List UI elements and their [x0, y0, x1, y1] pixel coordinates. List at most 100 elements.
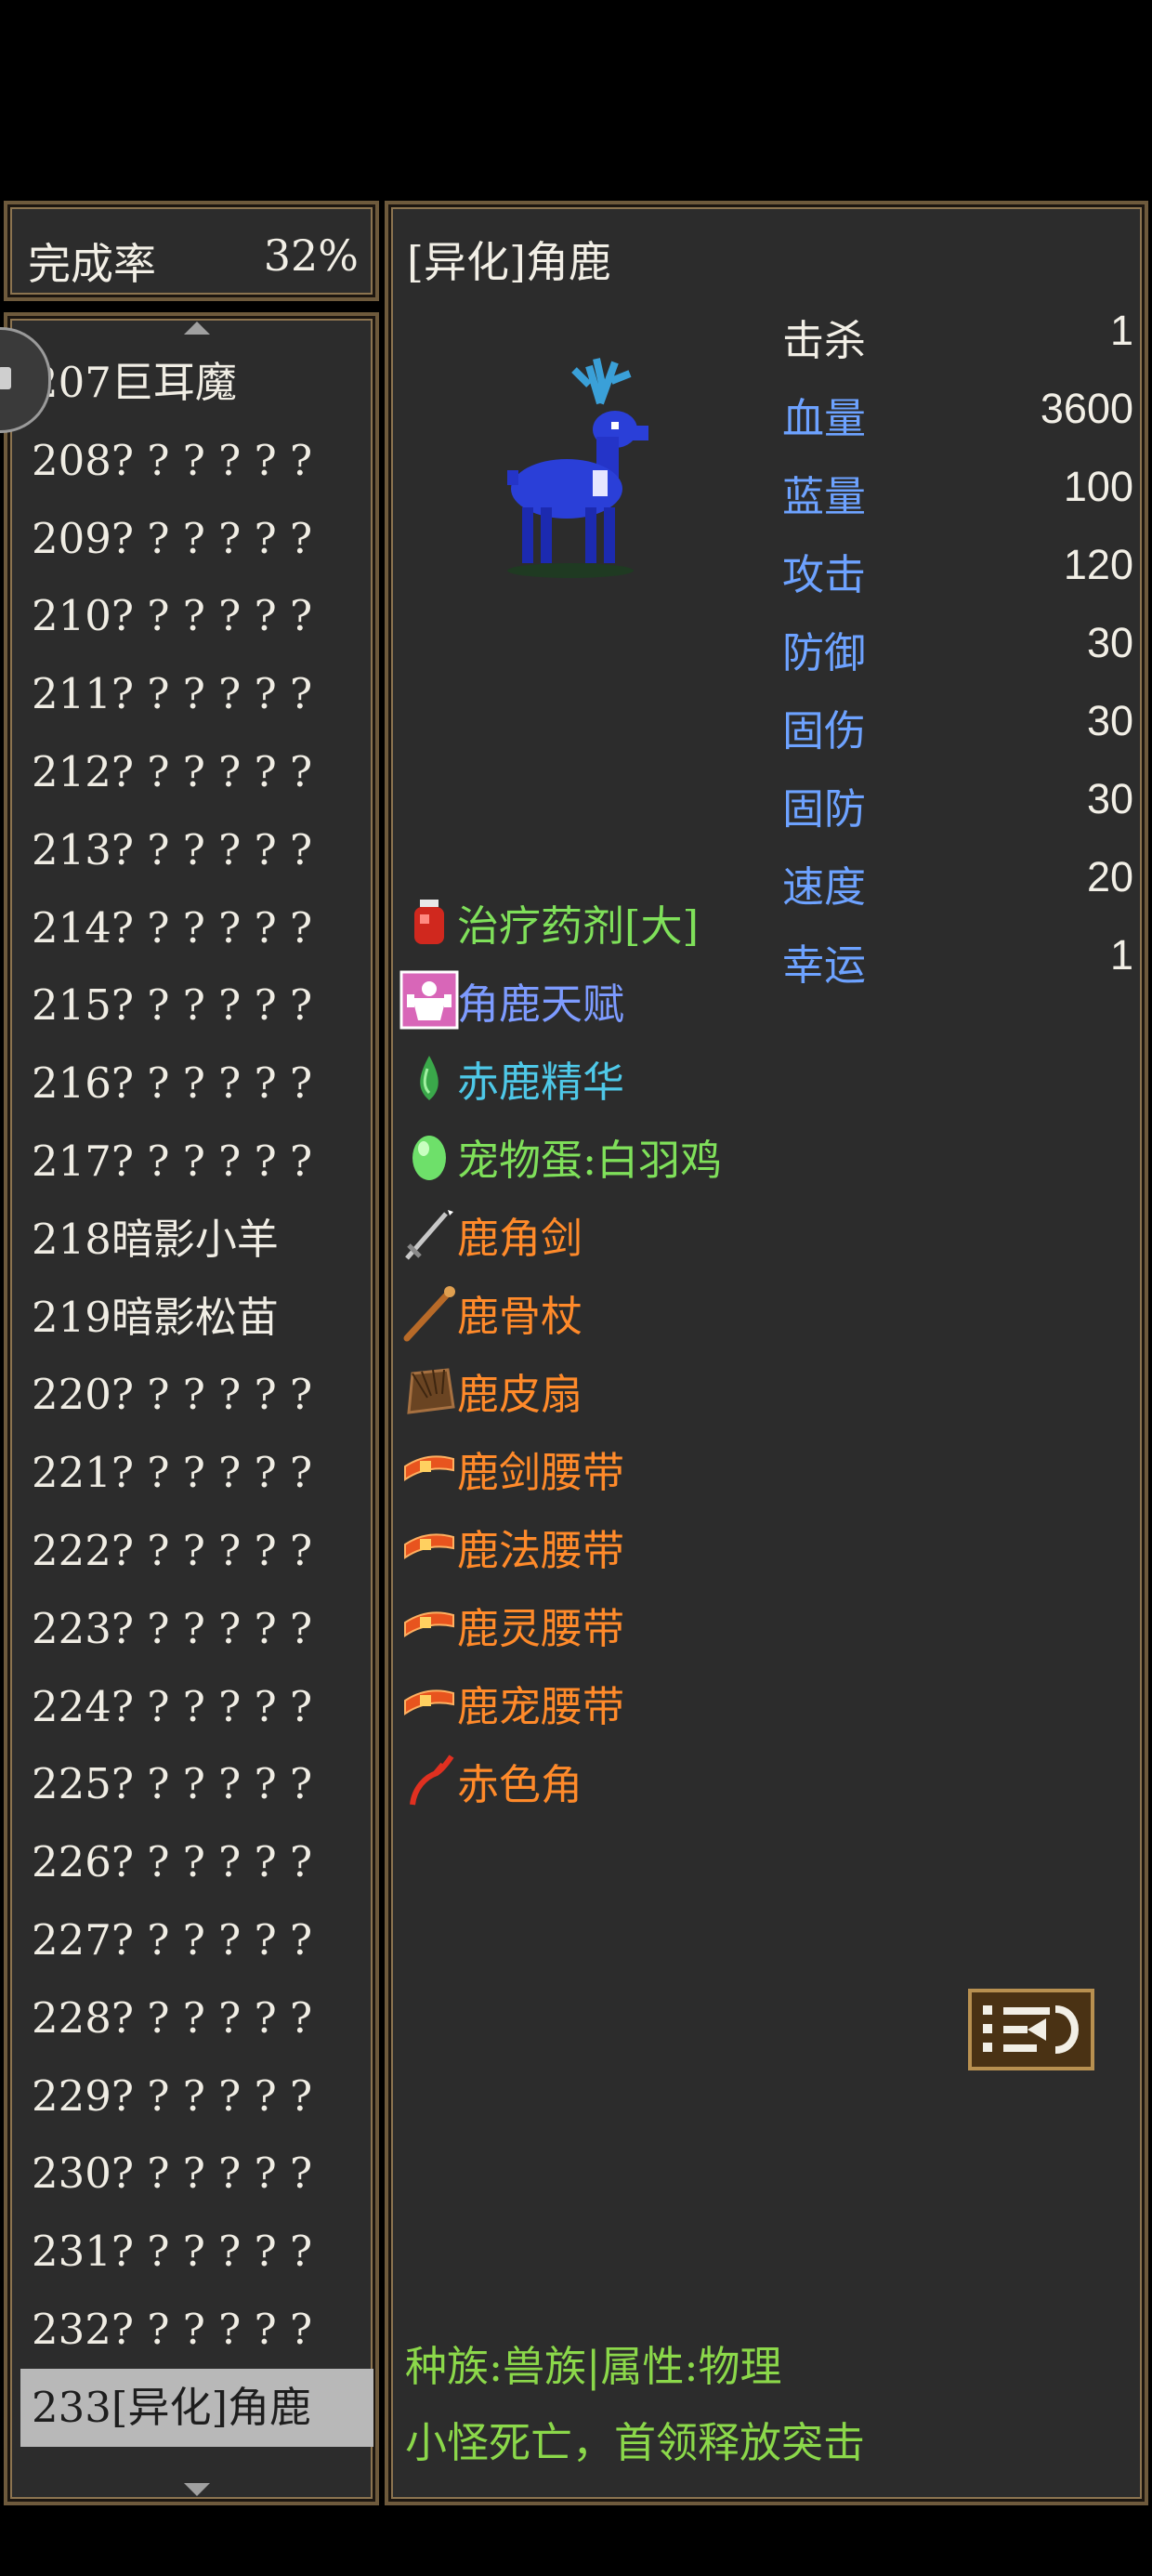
stat-label: 蓝量 — [782, 472, 867, 521]
monster-list-item[interactable]: 232? ? ? ? ? ? — [20, 2291, 373, 2369]
swap-button[interactable] — [968, 1989, 1094, 2070]
monster-list-item[interactable]: 220? ? ? ? ? ? — [20, 1356, 373, 1434]
monster-list-item[interactable]: 212? ? ? ? ? ? — [20, 733, 373, 811]
monster-list-item[interactable]: 228? ? ? ? ? ? — [20, 1979, 373, 2057]
drop-item[interactable]: 鹿宠腰带 — [399, 1673, 771, 1751]
drop-name: 鹿剑腰带 — [457, 1448, 625, 1497]
monster-list-item[interactable]: 218暗影小羊 — [20, 1201, 373, 1279]
stat-label: 固伤 — [782, 706, 867, 756]
drop-item[interactable]: 赤色角 — [399, 1751, 771, 1829]
stat-value: 30 — [1086, 775, 1133, 822]
stat-row: 击杀 1 — [782, 307, 1133, 385]
monster-list-item[interactable]: 207巨耳魔 — [20, 344, 373, 422]
monster-list-item[interactable]: 222? ? ? ? ? ? — [20, 1512, 373, 1590]
stat-row: 幸运 1 — [782, 931, 1133, 1009]
drop-name: 鹿法腰带 — [457, 1526, 625, 1575]
drop-item[interactable]: 赤鹿精华 — [399, 1048, 771, 1126]
monster-list-item[interactable]: 217? ? ? ? ? ? — [20, 1123, 373, 1201]
drop-item[interactable]: 鹿剑腰带 — [399, 1439, 771, 1517]
stat-label: 击杀 — [782, 316, 867, 365]
stat-row: 攻击 120 — [782, 541, 1133, 619]
egg-icon — [412, 1136, 446, 1180]
drop-name: 鹿灵腰带 — [457, 1604, 625, 1653]
monster-list-item[interactable]: 210? ? ? ? ? ? — [20, 577, 373, 655]
drop-name: 赤色角 — [457, 1760, 583, 1809]
drop-item[interactable]: 角鹿天赋 — [399, 970, 771, 1048]
stat-label: 防御 — [782, 628, 867, 677]
monster-list-item[interactable]: 215? ? ? ? ? ? — [20, 966, 373, 1045]
stat-label: 固防 — [782, 784, 867, 834]
essence-icon — [420, 1056, 439, 1100]
stat-row: 固伤 30 — [782, 697, 1133, 775]
completion-label: 完成率 — [28, 239, 156, 289]
stat-value: 100 — [1063, 463, 1133, 510]
fan-icon — [407, 1368, 455, 1414]
handle-icon — [0, 367, 11, 389]
belt-icon — [404, 1689, 454, 1715]
drop-item[interactable]: 宠物蛋:白羽鸡 — [399, 1126, 771, 1204]
monster-list-item[interactable]: 214? ? ? ? ? ? — [20, 889, 373, 967]
drop-item[interactable]: 治疗药剂[大] — [399, 892, 771, 970]
stat-row: 固防 30 — [782, 775, 1133, 853]
stat-value: 1 — [1109, 931, 1133, 979]
monster-list-item[interactable]: 211? ? ? ? ? ? — [20, 655, 373, 733]
drop-item[interactable]: 鹿皮扇 — [399, 1360, 771, 1439]
monster-list-item[interactable]: 225? ? ? ? ? ? — [20, 1745, 373, 1823]
monster-list-item[interactable]: 230? ? ? ? ? ? — [20, 2135, 373, 2213]
stat-value: 120 — [1063, 541, 1133, 588]
drop-name: 治疗药剂[大] — [457, 901, 700, 951]
belt-icon — [404, 1533, 454, 1559]
monster-list-items: 207巨耳魔 208? ? ? ? ? ? 209? ? ? ? ? ? 210? ?… — [20, 344, 373, 2447]
stat-value: 1 — [1109, 307, 1133, 354]
drop-item[interactable]: 鹿法腰带 — [399, 1517, 771, 1595]
scroll-up-icon[interactable] — [184, 322, 210, 335]
potion-icon — [414, 900, 444, 944]
stat-label: 血量 — [782, 394, 867, 443]
stat-value: 3600 — [1040, 385, 1133, 432]
stat-label: 幸运 — [782, 940, 867, 990]
stat-row: 速度 20 — [782, 853, 1133, 931]
monster-list-item[interactable]: 224? ? ? ? ? ? — [20, 1668, 373, 1746]
monster-list-item[interactable]: 227? ? ? ? ? ? — [20, 1901, 373, 1979]
horn-icon — [410, 1755, 454, 1806]
drop-name: 赤鹿精华 — [457, 1058, 625, 1107]
stat-label: 速度 — [782, 862, 867, 912]
monster-list-item[interactable]: 229? ? ? ? ? ? — [20, 2057, 373, 2136]
monster-list-item[interactable]: 208? ? ? ? ? ? — [20, 422, 373, 500]
staff-icon — [403, 1286, 455, 1342]
deer-sprite-icon — [507, 358, 648, 578]
monster-list-item[interactable]: 231? ? ? ? ? ? — [20, 2213, 373, 2291]
monster-list-item[interactable]: 219暗影松苗 — [20, 1279, 373, 1357]
completion-panel: 完成率 32% — [4, 201, 379, 301]
drop-name: 鹿皮扇 — [457, 1370, 583, 1419]
drop-name: 鹿骨杖 — [457, 1292, 583, 1341]
stat-label: 攻击 — [782, 550, 867, 599]
stat-row: 蓝量 100 — [782, 463, 1133, 541]
scroll-down-icon[interactable] — [184, 2483, 210, 2496]
monster-list-item[interactable]: 221? ? ? ? ? ? — [20, 1434, 373, 1512]
talent-icon — [399, 970, 459, 1030]
monster-list-item[interactable]: 233[异化]角鹿 — [20, 2368, 373, 2447]
monster-list-item[interactable]: 223? ? ? ? ? ? — [20, 1590, 373, 1668]
stat-value: 30 — [1086, 619, 1133, 666]
drop-name: 角鹿天赋 — [457, 979, 625, 1029]
drop-item[interactable]: 鹿灵腰带 — [399, 1595, 771, 1673]
sword-icon — [405, 1210, 453, 1260]
stat-row: 防御 30 — [782, 619, 1133, 697]
swap-icon — [983, 2005, 1079, 2054]
belt-icon — [404, 1455, 454, 1481]
monster-name: [异化]角鹿 — [407, 237, 611, 287]
monster-list-item[interactable]: 226? ? ? ? ? ? — [20, 1823, 373, 1901]
drop-name: 鹿宠腰带 — [457, 1682, 625, 1731]
drop-name: 鹿角剑 — [457, 1214, 583, 1263]
stat-row: 血量 3600 — [782, 385, 1133, 463]
monster-list[interactable]: 207巨耳魔 208? ? ? ? ? ? 209? ? ? ? ? ? 210? ?… — [4, 312, 379, 2505]
drop-name: 宠物蛋:白羽鸡 — [457, 1136, 723, 1185]
drop-item[interactable]: 鹿角剑 — [399, 1204, 771, 1282]
drop-item[interactable]: 鹿骨杖 — [399, 1282, 771, 1360]
stat-value: 30 — [1086, 697, 1133, 744]
monster-list-item[interactable]: 216? ? ? ? ? ? — [20, 1045, 373, 1123]
monster-list-item[interactable]: 209? ? ? ? ? ? — [20, 500, 373, 578]
stat-value: 20 — [1086, 853, 1133, 900]
monster-list-item[interactable]: 213? ? ? ? ? ? — [20, 811, 373, 889]
